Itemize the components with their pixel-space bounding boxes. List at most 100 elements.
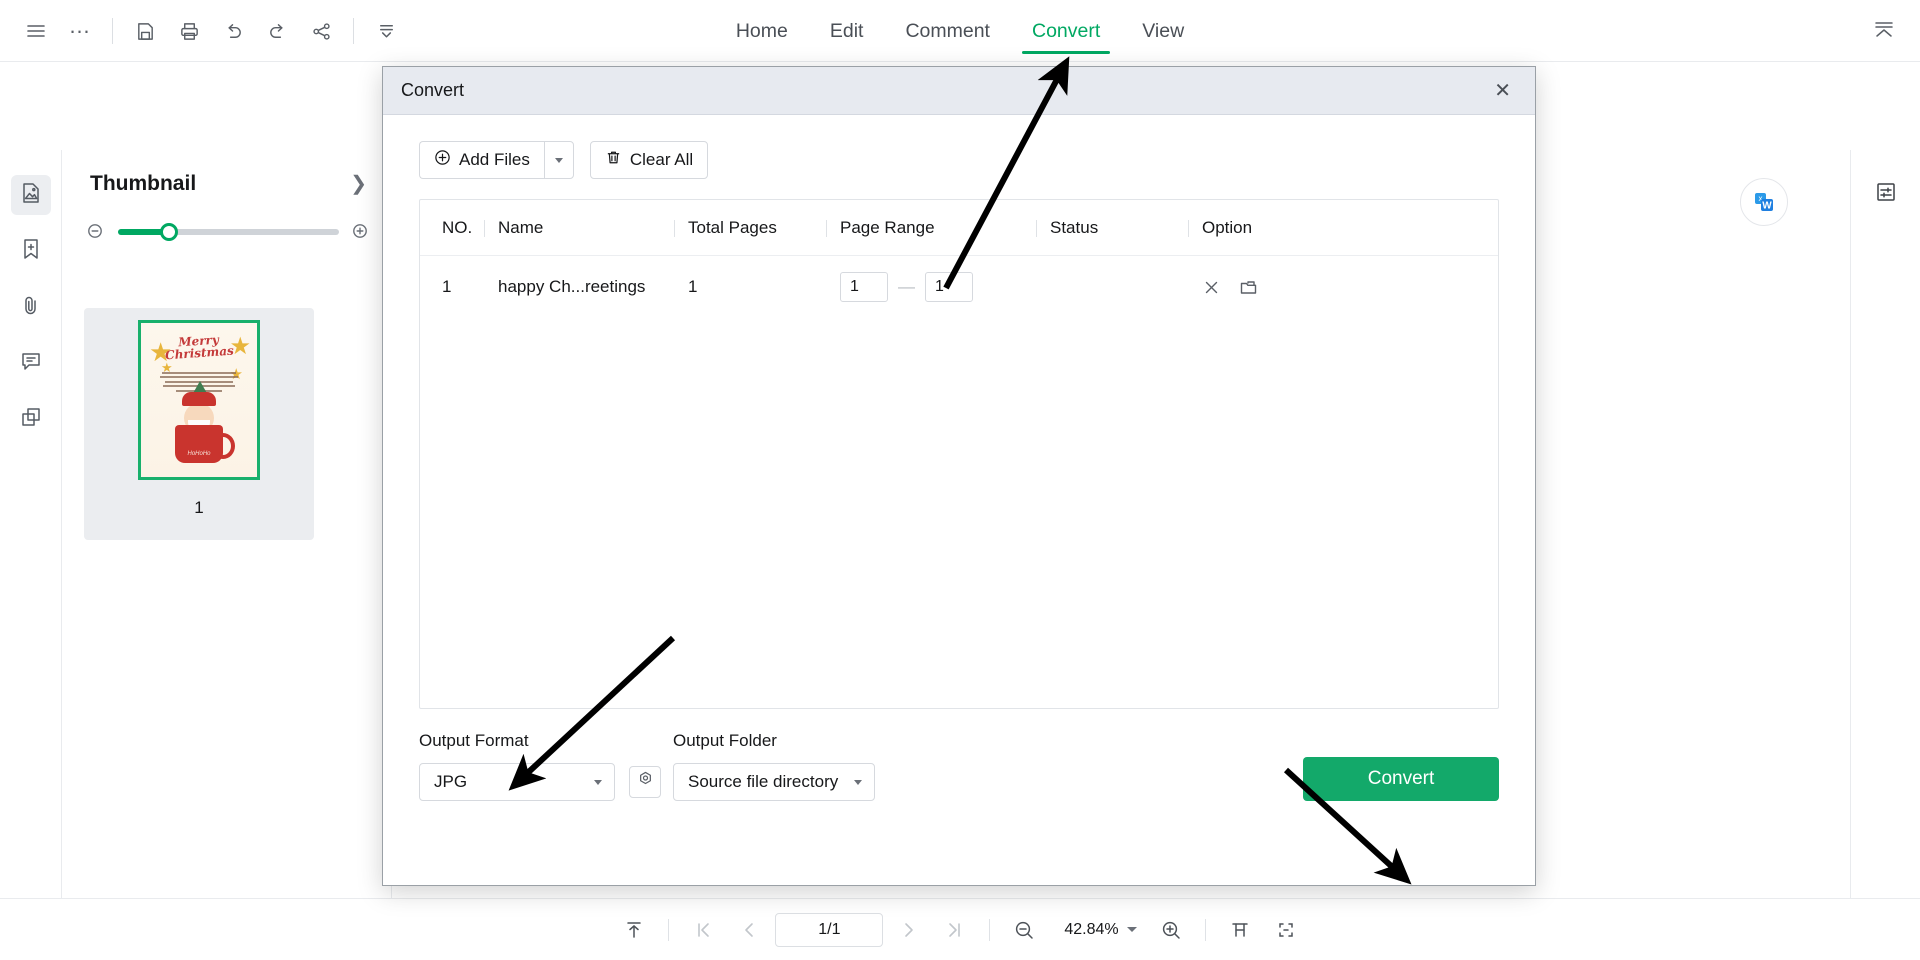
page-indicator-input[interactable]: 1/1 [775,912,884,947]
add-files-label: Add Files [459,150,530,169]
page-range-from-input[interactable]: 1 [840,272,888,302]
slider-handle[interactable] [159,223,178,241]
prev-page-icon[interactable] [729,910,769,950]
toolbar-divider-1 [112,18,113,44]
file-list-table: NO. Name Total Pages Page Range Status O… [419,199,1499,709]
sidebar-item-thumbnail[interactable] [10,175,51,215]
clear-all-label: Clear All [629,150,694,169]
page-range-to-input[interactable]: 1 [925,272,973,302]
table-row[interactable]: 1 happy Ch...reetings 1 1 — 1 [420,256,1498,318]
zoom-out-icon[interactable] [86,222,106,242]
toolbar-bottom-rule [0,61,1920,62]
page-title: Thumbnail [90,172,197,195]
output-format-select[interactable]: JPG [419,763,615,801]
share-icon[interactable] [299,9,343,53]
collapse-ribbon-icon[interactable] [1862,8,1906,52]
output-format-label: Output Format [419,731,529,750]
bookmark-add-icon [19,237,43,266]
zoom-level-label: 42.84% [1064,920,1119,938]
chevron-down-icon [854,779,862,785]
sidebar-item-attachment[interactable] [11,287,51,327]
thumbnail-zoom-slider-row [62,196,391,242]
properties-panel-icon[interactable] [1866,172,1906,212]
add-files-button[interactable]: Add Files [419,141,544,179]
save-icon[interactable] [123,9,167,53]
zoom-in-icon[interactable] [1151,910,1191,950]
output-format-field: Output Format JPG [419,731,615,801]
office-word-convert-icon[interactable]: x W [1740,178,1788,226]
convert-button[interactable]: Convert [1303,757,1499,801]
tab-convert[interactable]: Convert [1021,4,1111,59]
chevron-down-icon [554,157,563,163]
dialog-title-bar: Convert ✕ [383,67,1535,115]
chevron-right-icon[interactable]: ❯ [350,174,367,194]
print-icon[interactable] [167,9,211,53]
toolbar-divider-2 [353,18,354,44]
dialog-title: Convert [401,80,465,100]
undo-icon[interactable] [211,9,255,53]
column-header-no: NO. [442,217,473,237]
add-files-split-button: Add Files [419,141,574,179]
right-icon-rail [1850,150,1920,898]
cell-option [1202,278,1342,297]
output-folder-value: Source file directory [688,772,839,791]
christmas-card-art: ★ ★ ★ ★ Merry Christmas ★ [141,323,257,477]
redo-icon[interactable] [255,9,299,53]
convert-dialog: Convert ✕ Add Files Clear All NO. Name T… [382,66,1536,886]
thumbnail-icon [19,181,43,210]
attachment-icon [19,293,43,322]
next-page-icon[interactable] [889,910,929,950]
more-icon[interactable]: … [58,9,102,53]
svg-text:W: W [1762,201,1772,212]
zoom-level-select[interactable]: 42.84% [1050,913,1144,947]
last-page-icon[interactable] [935,910,975,950]
mug-illustration: HoHoHo [175,425,235,463]
chevron-down-icon [594,779,602,785]
cell-page-range: 1 — 1 [840,272,1050,302]
output-folder-field: Output Folder Source file directory [673,731,875,801]
format-settings-button[interactable] [629,766,661,798]
bottom-divider-3 [1204,918,1206,941]
column-header-name: Name [484,218,688,238]
layers-icon [19,405,43,434]
bottom-toolbar: 1/1 42.84% [0,898,1920,960]
chevron-down-icon [1126,927,1137,932]
bottom-divider-2 [989,918,991,941]
folder-icon[interactable] [1239,278,1258,297]
fit-width-icon[interactable] [1220,910,1260,950]
thumbnail-zoom-slider[interactable] [118,223,339,241]
tab-view[interactable]: View [1138,4,1188,59]
output-folder-label: Output Folder [673,731,777,750]
output-folder-select[interactable]: Source file directory [673,763,875,801]
list-item[interactable]: ★ ★ ★ ★ Merry Christmas ★ [84,308,314,540]
page-thumbnail-preview[interactable]: ★ ★ ★ ★ Merry Christmas ★ [138,320,260,480]
column-header-status: Status [1036,218,1202,238]
first-page-icon[interactable] [683,910,723,950]
menu-icon[interactable] [14,9,58,53]
download-icon[interactable] [364,9,408,53]
thumbnail-panel-header: Thumbnail ❯ [62,150,391,196]
tab-home[interactable]: Home [732,4,792,59]
dialog-action-row: Add Files Clear All [419,141,1499,179]
dialog-output-row: Output Format JPG Output Folder Source f… [419,731,1499,801]
output-format-value: JPG [434,772,468,791]
sidebar-item-layers[interactable] [11,399,51,439]
sidebar-item-comment[interactable] [11,343,51,383]
add-files-dropdown-button[interactable] [543,141,574,179]
close-icon[interactable]: ✕ [1486,77,1519,105]
sidebar-item-bookmark[interactable] [11,231,51,271]
tab-edit[interactable]: Edit [826,4,868,59]
fit-page-icon[interactable] [1266,910,1306,950]
zoom-in-icon[interactable] [351,222,371,242]
scroll-to-top-icon[interactable] [614,910,654,950]
remove-file-icon[interactable] [1202,278,1221,297]
trash-icon [605,149,622,171]
column-header-total-pages: Total Pages [674,218,840,238]
comment-icon [19,349,43,378]
clear-all-button[interactable]: Clear All [589,141,709,179]
plus-circle-icon [434,149,451,171]
column-header-page-range: Page Range [826,218,1050,238]
zoom-out-icon[interactable] [1004,910,1044,950]
bottom-divider-1 [668,918,670,941]
tab-comment[interactable]: Comment [901,4,994,59]
